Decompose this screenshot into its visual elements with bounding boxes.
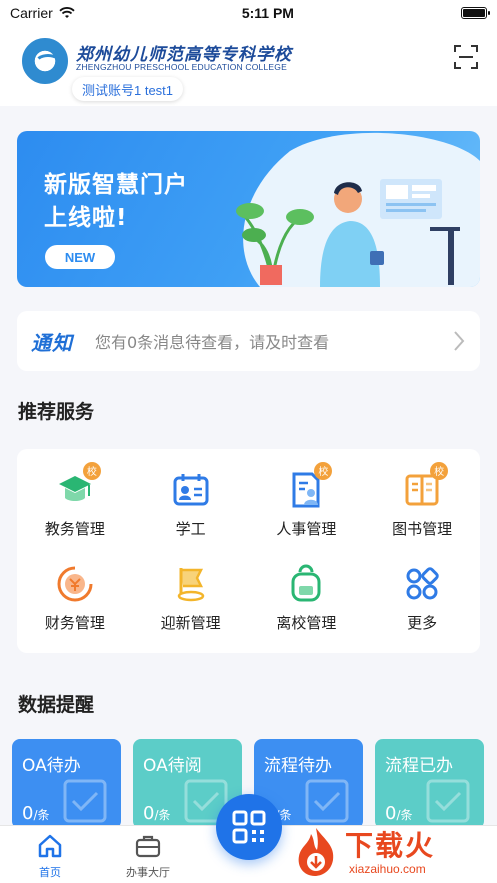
data-card-count: 0/条 bbox=[143, 803, 171, 824]
service-item-enrollment[interactable]: 迎新管理 bbox=[133, 551, 249, 645]
document-icon bbox=[305, 779, 349, 823]
services-grid: 校 教务管理 学工 校 人事管理 校 图书管理 财务管理 迎新管理 离校管理 更… bbox=[17, 449, 480, 653]
data-card-oa-todo[interactable]: OA待办 0/条 bbox=[12, 739, 121, 829]
service-label: 迎新管理 bbox=[160, 613, 221, 632]
service-item-hr[interactable]: 校 人事管理 bbox=[249, 457, 365, 551]
id-card-icon bbox=[171, 470, 211, 510]
status-bar: Carrier 5:11 PM bbox=[0, 0, 497, 26]
data-card-title: OA待阅 bbox=[143, 756, 202, 776]
services-section-title: 推荐服务 bbox=[18, 401, 95, 423]
wifi-icon bbox=[59, 7, 75, 18]
grid-more-icon bbox=[402, 564, 442, 604]
qr-scan-button[interactable] bbox=[216, 794, 282, 860]
service-label: 教务管理 bbox=[44, 519, 105, 538]
chevron-right-icon bbox=[454, 331, 465, 351]
banner-title-line1: 新版智慧门户 bbox=[44, 172, 188, 198]
status-time: 5:11 PM bbox=[241, 5, 294, 21]
data-card-count: 0/条 bbox=[22, 803, 50, 824]
tab-home[interactable]: 首页 bbox=[10, 832, 90, 880]
document-icon bbox=[426, 779, 470, 823]
flag-icon bbox=[171, 564, 211, 604]
data-card-title: OA待办 bbox=[22, 756, 81, 776]
carrier-label: Carrier bbox=[10, 5, 53, 21]
service-item-student-affairs[interactable]: 学工 bbox=[133, 457, 249, 551]
watermark-cn: 下载火 bbox=[345, 829, 436, 862]
data-card-title: 流程待办 bbox=[264, 756, 332, 776]
service-badge: 校 bbox=[314, 461, 333, 480]
qr-code-icon bbox=[232, 810, 266, 844]
service-badge: 校 bbox=[430, 461, 449, 480]
tab-label: 首页 bbox=[39, 866, 61, 879]
notice-badge: 通知 bbox=[31, 330, 73, 355]
data-card-count: 0/条 bbox=[385, 803, 413, 824]
graduation-cap-icon: 校 bbox=[55, 461, 101, 510]
watermark-brand: 下载火 xiazaihuo.com bbox=[289, 822, 489, 880]
service-item-more[interactable]: 更多 bbox=[364, 551, 480, 645]
home-icon bbox=[38, 834, 62, 858]
promo-banner[interactable]: 新版智慧门户 上线啦! NEW bbox=[17, 131, 480, 287]
data-section-title: 数据提醒 bbox=[18, 694, 95, 716]
service-badge: 校 bbox=[82, 461, 101, 480]
battery-icon bbox=[460, 7, 490, 19]
service-item-finance[interactable]: 财务管理 bbox=[17, 551, 133, 645]
account-pill[interactable]: 测试账号1 test1 bbox=[72, 77, 184, 101]
school-name-en: ZHENGZHOU PRESCHOOL EDUCATION COLLEGE bbox=[76, 62, 287, 72]
watermark-en: xiazaihuo.com bbox=[349, 862, 426, 876]
service-label: 人事管理 bbox=[276, 519, 337, 538]
tab-label: 办事大厅 bbox=[126, 866, 170, 879]
tab-office-hall[interactable]: 办事大厅 bbox=[108, 832, 188, 880]
notice-text: 您有0条消息待查看，请及时查看 bbox=[95, 333, 330, 352]
briefcase-icon bbox=[135, 835, 161, 858]
flame-logo-icon bbox=[298, 828, 334, 876]
service-label: 更多 bbox=[407, 613, 438, 632]
service-label: 离校管理 bbox=[276, 613, 337, 632]
banner-new-button[interactable]: NEW bbox=[45, 245, 115, 269]
service-label: 图书管理 bbox=[392, 519, 453, 538]
notice-bar[interactable]: 通知 您有0条消息待查看，请及时查看 bbox=[17, 311, 480, 371]
finance-icon bbox=[55, 564, 95, 604]
service-item-leaving[interactable]: 离校管理 bbox=[249, 551, 365, 645]
book-icon: 校 bbox=[402, 461, 449, 510]
service-item-academic[interactable]: 校 教务管理 bbox=[17, 457, 133, 551]
data-card-title: 流程已办 bbox=[385, 756, 453, 776]
banner-illustration bbox=[236, 132, 480, 287]
data-card-flow-done[interactable]: 流程已办 0/条 bbox=[375, 739, 484, 829]
header: 郑州幼儿师范高等专科学校 ZHENGZHOU PRESCHOOL EDUCATI… bbox=[0, 26, 497, 106]
service-item-library[interactable]: 校 图书管理 bbox=[364, 457, 480, 551]
school-logo-icon bbox=[22, 38, 68, 84]
document-icon bbox=[63, 779, 107, 823]
banner-title-line2: 上线啦! bbox=[44, 205, 128, 231]
service-label: 学工 bbox=[175, 519, 206, 538]
backpack-icon bbox=[286, 564, 326, 604]
service-label: 财务管理 bbox=[44, 613, 105, 632]
person-file-icon: 校 bbox=[286, 461, 333, 510]
status-left: Carrier bbox=[10, 5, 75, 21]
scan-icon[interactable] bbox=[453, 44, 479, 70]
